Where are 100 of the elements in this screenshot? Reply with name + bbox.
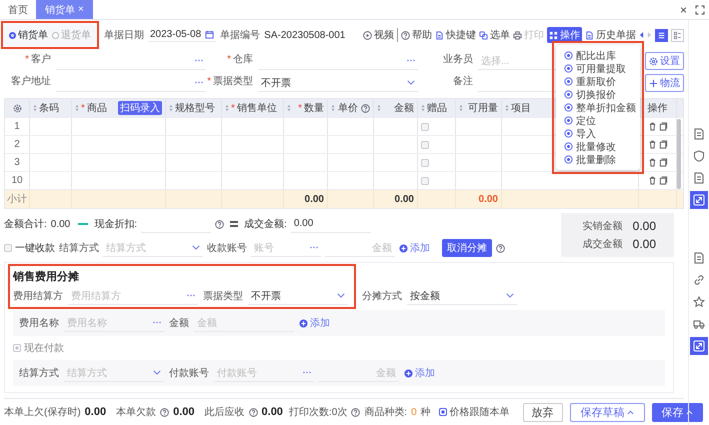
- menu-item[interactable]: 切换报价: [556, 88, 640, 101]
- menu-item[interactable]: 整单折扣金额: [556, 101, 640, 114]
- save-draft-button[interactable]: 保存草稿: [570, 402, 645, 422]
- cancel-allocation-button[interactable]: 取消分摊: [442, 239, 492, 257]
- more-icon[interactable]: [195, 81, 203, 84]
- toolbar-button[interactable]: 视频: [363, 28, 398, 42]
- select-field[interactable]: 按金额: [407, 287, 517, 305]
- column-title: 操作: [648, 102, 668, 115]
- sort-icon[interactable]: [421, 104, 425, 112]
- sort-icon[interactable]: [505, 104, 509, 112]
- scrollbar[interactable]: [677, 119, 681, 189]
- help-icon: [401, 30, 410, 40]
- summary-value: 0.00: [632, 219, 656, 233]
- side-tool-button[interactable]: [690, 337, 708, 355]
- tab[interactable]: 首页: [0, 0, 36, 19]
- more-icon[interactable]: [407, 59, 415, 62]
- field-label: 结算方式: [19, 366, 59, 380]
- side-tool-button[interactable]: [690, 191, 708, 209]
- toolbar-button[interactable]: 帮助: [401, 28, 432, 42]
- field-label: 客户地址: [10, 74, 52, 89]
- sort-icon[interactable]: [331, 104, 335, 112]
- menu-item[interactable]: 批量删除: [556, 153, 640, 166]
- copy-icon[interactable]: [658, 158, 668, 167]
- chevron-down-icon[interactable]: [337, 293, 345, 298]
- checkbox[interactable]: [421, 122, 429, 130]
- select-field[interactable]: 不开票: [258, 74, 418, 92]
- menu-item[interactable]: 重新取价: [556, 75, 640, 88]
- radio-option[interactable]: 销货单: [9, 28, 48, 42]
- column-title: 可用量: [468, 102, 498, 115]
- menu-item[interactable]: 定位: [556, 114, 640, 127]
- sort-icon[interactable]: [169, 104, 173, 112]
- sort-icon[interactable]: [459, 104, 463, 112]
- print-count: 打印次数:0次: [288, 406, 348, 419]
- copy-icon[interactable]: [658, 122, 668, 131]
- trash-icon[interactable]: [648, 176, 656, 185]
- copy-icon[interactable]: [658, 140, 668, 149]
- more-icon[interactable]: [195, 59, 203, 62]
- column-title: 条码: [39, 102, 59, 115]
- stat-label: 本单上欠(保存时): [4, 406, 81, 419]
- trash-icon[interactable]: [648, 140, 656, 149]
- star-icon: [693, 296, 705, 308]
- more-icon[interactable]: [153, 321, 161, 324]
- add-button[interactable]: 物流: [645, 74, 684, 92]
- sort-icon[interactable]: [225, 104, 229, 112]
- add-link[interactable]: 添加: [404, 366, 435, 380]
- sort-icon[interactable]: [33, 104, 37, 112]
- list-view-button[interactable]: [655, 28, 668, 42]
- gear-icon[interactable]: [12, 104, 22, 112]
- more-icon[interactable]: [187, 294, 195, 297]
- settings-button[interactable]: 设置: [645, 52, 684, 70]
- trash-icon[interactable]: [648, 158, 656, 167]
- goods-kind-unit: 种: [420, 406, 431, 419]
- checkbox[interactable]: [421, 158, 429, 166]
- resize-icon: [693, 340, 705, 352]
- checkbox[interactable]: [421, 140, 429, 148]
- chevron-down-icon[interactable]: [407, 80, 415, 85]
- copy-icon[interactable]: [658, 176, 668, 185]
- subtotal-value: 0.00: [478, 194, 498, 204]
- chevron-down-icon[interactable]: [506, 293, 514, 298]
- save-button[interactable]: 保存: [652, 402, 703, 422]
- toolbar-button[interactable]: 历史单据: [585, 28, 636, 42]
- document-icon: [693, 252, 705, 264]
- column-title: * 销售单位: [231, 102, 277, 115]
- close-button[interactable]: ×: [680, 2, 687, 16]
- add-link[interactable]: 添加: [299, 316, 330, 330]
- sort-icon[interactable]: [75, 104, 79, 112]
- menu-item[interactable]: 导入: [556, 127, 640, 140]
- grid-view-button[interactable]: [671, 28, 684, 42]
- column-title: 规格型号: [175, 102, 215, 115]
- column-title: * 商品: [81, 102, 107, 115]
- discard-button[interactable]: 放弃: [522, 402, 563, 422]
- select-field[interactable]: 不开票: [248, 287, 348, 305]
- checkbox[interactable]: [421, 176, 429, 184]
- document-icon: [585, 30, 594, 40]
- sort-icon[interactable]: [287, 104, 291, 112]
- add-link[interactable]: 添加: [399, 241, 430, 255]
- plus-circle-icon: [404, 368, 413, 378]
- scan-entry-button[interactable]: 扫码录入: [118, 101, 162, 115]
- date-field[interactable]: 2023-05-08: [148, 28, 216, 42]
- menu-item[interactable]: 批量修改: [556, 140, 640, 153]
- arrow-left-icon[interactable]: [639, 31, 644, 39]
- field-label: 单据编号: [220, 28, 260, 42]
- trash-icon[interactable]: [648, 122, 656, 131]
- quick-collect-checkbox[interactable]: 一键收款: [4, 241, 55, 255]
- more-icon[interactable]: [303, 371, 311, 374]
- more-icon[interactable]: [310, 246, 318, 249]
- follow-price-checkbox[interactable]: 价格跟随本单: [438, 405, 510, 419]
- toolbar-button[interactable]: 选单: [479, 28, 510, 42]
- printer-icon: [513, 30, 522, 40]
- summary-label: 成交金额: [582, 238, 623, 251]
- deal-amount-field[interactable]: 0.00: [290, 215, 371, 233]
- field-label: 分摊方式: [362, 290, 402, 303]
- chevron-down-icon[interactable]: [153, 370, 161, 375]
- play-icon: [363, 30, 372, 40]
- plus-circle-icon: [399, 244, 408, 252]
- field-label: * 仓库: [226, 52, 254, 67]
- toolbar-button[interactable]: 快捷键: [435, 28, 476, 42]
- fullscreen-icon[interactable]: [695, 4, 705, 14]
- sort-icon[interactable]: [377, 104, 381, 112]
- chevron-down-icon[interactable]: [192, 245, 200, 250]
